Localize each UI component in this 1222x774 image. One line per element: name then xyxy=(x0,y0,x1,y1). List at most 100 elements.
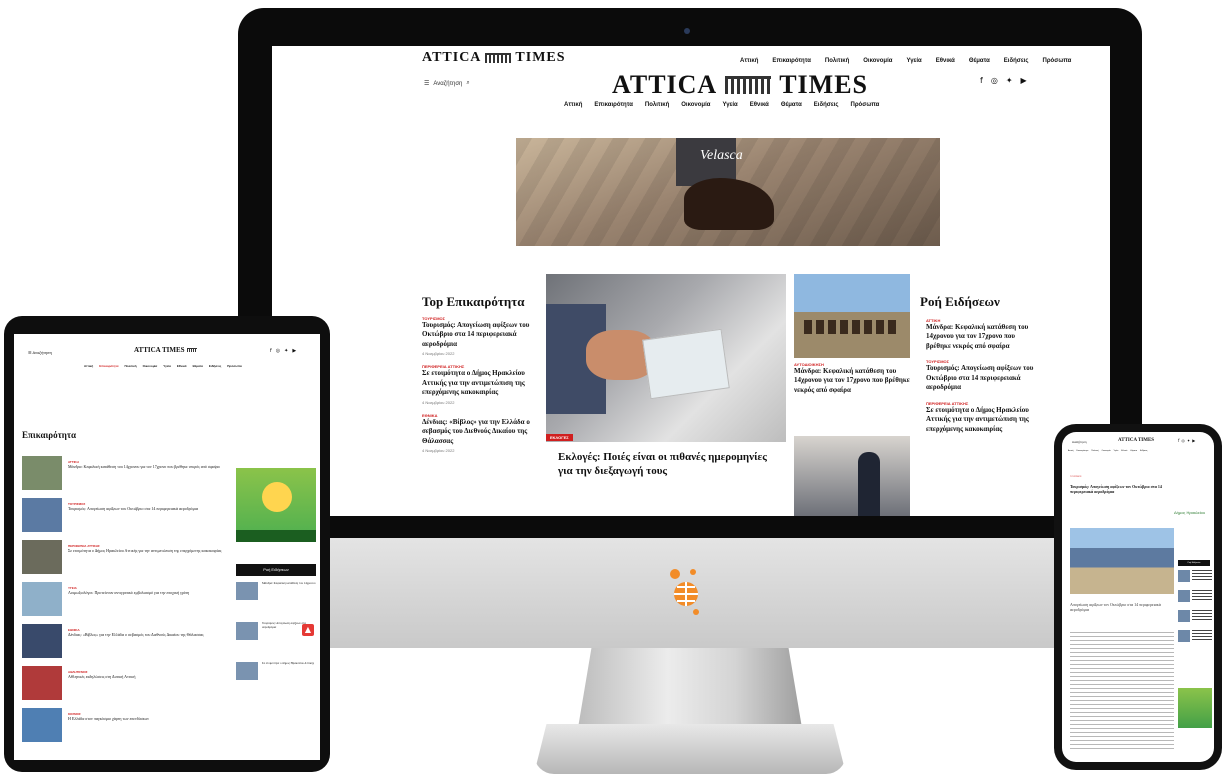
top-menu-item[interactable]: Πρόσωπα xyxy=(1043,58,1072,64)
article-thumbnail[interactable] xyxy=(1178,610,1190,622)
article-headline[interactable]: Μάνδρα: Κεφαλική κατάθεση του 14χρονου γ… xyxy=(68,464,232,469)
main-menu-item[interactable]: Πολιτική xyxy=(124,364,136,368)
main-menu-item[interactable]: Επικαιρότητα xyxy=(1076,450,1088,452)
main-menu-item[interactable]: Ειδήσεις xyxy=(1140,450,1148,452)
site-logo[interactable]: ATTICA TIMES xyxy=(134,346,197,354)
main-menu-item[interactable]: Θέματα xyxy=(192,364,202,368)
list-item[interactable]: ΑΘΛΗΤΙΣΜΟΣ Αθλητικές εκδηλώσεις στη Δυτικ… xyxy=(22,666,232,704)
main-menu-item[interactable]: Οικονομία xyxy=(681,102,710,108)
mid-article[interactable]: ΑΥΤΟΔΙΟΙΚΗΣΗ Μάνδρα: Κεφαλική κατάθεση τ… xyxy=(794,362,910,395)
main-menu-item[interactable]: Πρόσωπα xyxy=(851,102,880,108)
list-item[interactable]: ΑΤΤΙΚΗ Μάνδρα: Κεφαλική κατάθεση του 14χρ… xyxy=(22,456,232,494)
site-logo[interactable]: ATTICA TIMES xyxy=(1118,438,1154,443)
article-headline[interactable]: Σε ετοιμότητα ο Δήμος Ηρακλείου Αττικής … xyxy=(68,548,232,553)
ad-banner[interactable] xyxy=(1178,688,1212,728)
list-item[interactable]: ΕΘΝΙΚΑ Δένδιας: «Βίβλος» για την Ελλάδα ο… xyxy=(22,624,232,662)
main-menu-item[interactable]: Επικαιρότητα xyxy=(594,102,633,108)
list-item[interactable] xyxy=(1178,610,1212,628)
youtube-icon[interactable]: ▶ xyxy=(1192,438,1195,443)
article-thumbnail[interactable] xyxy=(1178,570,1190,582)
list-item[interactable]: ΠΕΡΙΦΕΡΕΙΑ ΑΤΤΙΚΗΣ Σε ετοιμότητα ο Δήμος… xyxy=(422,364,546,404)
hamburger-menu-icon[interactable]: ☰ xyxy=(424,80,429,87)
article-thumbnail[interactable] xyxy=(236,622,258,640)
ad-banner[interactable] xyxy=(236,468,316,542)
main-menu-item[interactable]: Πρόσωπα xyxy=(227,364,241,368)
main-menu-item[interactable]: Υγεία xyxy=(722,102,737,108)
top-menu-item[interactable]: Ειδήσεις xyxy=(1004,58,1029,64)
article-thumbnail[interactable] xyxy=(236,582,258,600)
list-item[interactable]: ΤΟΥΡΙΣΜΟΣ Τουρισμός: Απογείωση αφίξεων τ… xyxy=(926,359,1038,392)
top-menu-item[interactable]: Επικαιρότητα xyxy=(772,58,811,64)
main-menu-item[interactable]: Πολιτική xyxy=(645,102,669,108)
list-item[interactable] xyxy=(1178,570,1212,588)
article-headline[interactable]: Σε ετοιμότητα ο Δήμος Ηρακλείου Αττικής … xyxy=(926,406,1038,434)
article-headline[interactable]: Αθλητικές εκδηλώσεις στη Δυτική Αττική xyxy=(68,674,232,679)
list-item[interactable]: ΚΟΣΜΟΣ Η Ελλάδα στον παγκόσμιο χάρτη των … xyxy=(22,708,232,746)
list-item[interactable]: Μάνδρα: Κεφαλική κατάθεση του 14χρονου xyxy=(236,581,316,622)
top-menu-item[interactable]: Αττική xyxy=(740,58,758,64)
article-image[interactable] xyxy=(794,274,910,358)
twitter-icon[interactable]: ✦ xyxy=(1187,438,1190,443)
article-thumbnail[interactable] xyxy=(22,666,62,700)
sponsor-logo[interactable]: Δήμος Ηρακλείου xyxy=(1174,510,1205,515)
article-headline[interactable]: Τουρισμός: Απογείωση αφίξεων του Οκτώβρι… xyxy=(926,364,1038,392)
youtube-icon[interactable]: ▶ xyxy=(1021,76,1027,85)
article-headline[interactable]: Σε ετοιμότητα ο Δήμος Ηρακλείου Αττικής xyxy=(262,661,314,702)
main-menu-item[interactable]: Υγεία xyxy=(1114,450,1119,452)
main-menu-item[interactable]: Εθνικά xyxy=(1121,450,1127,452)
list-item[interactable]: ΤΟΥΡΙΣΜΟΣ Τουρισμός: Απογείωση αφίξεων το… xyxy=(22,498,232,536)
article-headline[interactable]: Η Ελλάδα στον παγκόσμιο χάρτη των επενδύ… xyxy=(68,716,232,721)
article-headline[interactable]: Δένδιας: «Βίβλος» για την Ελλάδα ο σεβασ… xyxy=(422,418,546,446)
instagram-icon[interactable]: ◎ xyxy=(1181,438,1185,443)
list-item[interactable]: Σε ετοιμότητα ο Δήμος Ηρακλείου Αττικής xyxy=(236,661,316,702)
ad-banner[interactable]: Velasca xyxy=(516,138,940,246)
top-menu-item[interactable]: Εθνικά xyxy=(936,58,955,64)
article-headline[interactable]: Δένδιας: «Βίβλος» για την Ελλάδα ο σεβασ… xyxy=(68,632,232,637)
main-menu-item[interactable]: Οικονομία xyxy=(1102,450,1111,452)
main-menu-item[interactable]: Αττική xyxy=(564,102,582,108)
main-menu-item[interactable]: Θέματα xyxy=(1130,450,1137,452)
main-menu-item[interactable]: Ειδήσεις xyxy=(209,364,221,368)
facebook-icon[interactable]: f xyxy=(1178,438,1179,443)
search-bar[interactable]: Αναζήτηση xyxy=(1072,440,1087,444)
instagram-icon[interactable]: ◎ xyxy=(276,348,280,354)
article-headline[interactable]: Μάνδρα: Κεφαλική κατάθεση του 14χρονου xyxy=(262,581,316,622)
article-headline[interactable]: Τουρισμός: Απογείωση αφίξεων του Οκτώβρι… xyxy=(68,506,232,511)
site-logo[interactable]: ATTICA TIMES xyxy=(612,70,868,100)
main-menu-item[interactable]: Εθνικά xyxy=(750,102,769,108)
main-menu-item[interactable]: Υγεία xyxy=(163,364,171,368)
search-icon[interactable]: ⌕ xyxy=(466,80,469,87)
facebook-icon[interactable]: f xyxy=(270,348,272,354)
search-bar[interactable]: ☰ Αναζήτηση xyxy=(28,350,52,355)
article-thumbnail[interactable] xyxy=(1178,630,1190,642)
instagram-icon[interactable]: ◎ xyxy=(991,76,998,85)
main-menu-item[interactable]: Εθνικά xyxy=(177,364,187,368)
top-menu-item[interactable]: Θέματα xyxy=(969,58,990,64)
top-menu-item[interactable]: Οικονομία xyxy=(863,58,892,64)
article-headline[interactable]: Μάνδρα: Κεφαλική κατάθεση του 14χρονου γ… xyxy=(794,367,910,395)
category-tag[interactable]: ΤΟΥΡΙΣΜΟΣ xyxy=(1070,476,1082,478)
article-thumbnail[interactable] xyxy=(22,456,62,490)
main-menu-item[interactable]: Επικαιρότητα xyxy=(99,364,118,368)
list-item[interactable]: ΠΕΡΙΦΕΡΕΙΑ ΑΤΤΙΚΗΣ Σε ετοιμότητα ο Δήμος… xyxy=(926,401,1038,434)
top-menu-item[interactable]: Πολιτική xyxy=(825,58,849,64)
main-menu-item[interactable]: Ειδήσεις xyxy=(814,102,839,108)
twitter-icon[interactable]: ✦ xyxy=(284,348,288,354)
article-image[interactable] xyxy=(794,436,910,516)
hero-image[interactable] xyxy=(546,274,786,442)
article-thumbnail[interactable] xyxy=(22,582,62,616)
scroll-to-top-button[interactable]: ▲ xyxy=(302,624,314,636)
article-thumbnail[interactable] xyxy=(22,498,62,532)
hero-category-tag[interactable]: ΕΚΛΟΓΕΣ xyxy=(546,434,573,441)
article-thumbnail[interactable] xyxy=(22,624,62,658)
main-menu-item[interactable]: Πολιτική xyxy=(1091,450,1098,452)
list-item[interactable]: ΥΓΕΙΑ Λοιμωξιολόγοι: Προτείνουν αντιγριπι… xyxy=(22,582,232,620)
main-menu-item[interactable]: Αττική xyxy=(84,364,93,368)
top-menu-item[interactable]: Υγεία xyxy=(906,58,921,64)
article-thumbnail[interactable] xyxy=(236,662,258,680)
main-menu-item[interactable]: Αττική xyxy=(1068,450,1073,452)
article-thumbnail[interactable] xyxy=(22,540,62,574)
hero-headline[interactable]: Εκλογές: Ποιές είναι οι πιθανές ημερομην… xyxy=(558,450,780,479)
list-item[interactable]: ΤΟΥΡΙΣΜΟΣ Τουρισμός: Απογείωση αφίξεων τ… xyxy=(422,316,546,356)
article-thumbnail[interactable] xyxy=(22,708,62,742)
